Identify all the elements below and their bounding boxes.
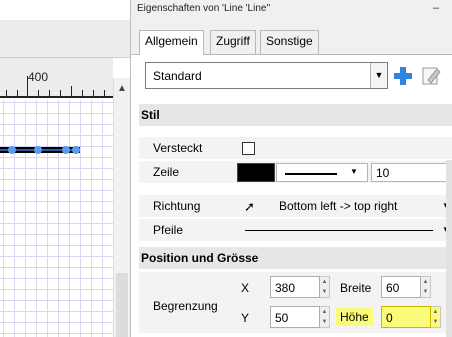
- section-stil: Stil: [139, 104, 452, 126]
- line-width-value: 10: [376, 166, 390, 180]
- ruler-tick-major: [27, 76, 28, 96]
- line-width-field[interactable]: 10: [371, 163, 449, 182]
- versteckt-checkbox[interactable]: [242, 142, 255, 155]
- tab-sonstige[interactable]: Sonstige: [260, 30, 319, 54]
- ruler-tick: [82, 90, 83, 96]
- scrollbar-thumb[interactable]: [116, 273, 128, 337]
- zeile-label: Zeile: [153, 165, 180, 179]
- preset-dropdown[interactable]: Standard ▼: [145, 62, 388, 89]
- selected-line-shape[interactable]: [0, 145, 80, 155]
- y-label: Y: [241, 311, 250, 325]
- begrenzung-label: Begrenzung: [153, 299, 218, 313]
- breite-value: 60: [386, 281, 400, 295]
- tab-allgemein[interactable]: Allgemein: [139, 30, 204, 55]
- y-value: 50: [275, 311, 289, 325]
- ruler-tick: [93, 90, 94, 96]
- breite-label: Breite: [340, 281, 372, 295]
- arrow-style-preview[interactable]: [245, 230, 433, 231]
- x-label: X: [241, 281, 250, 295]
- breite-spinner[interactable]: ▲ ▼: [421, 276, 431, 298]
- y-spinner[interactable]: ▲ ▼: [320, 306, 330, 328]
- section-position-groesse: Position und Grösse: [139, 247, 452, 269]
- line-style-dropdown[interactable]: ▼: [276, 163, 368, 182]
- row-versteckt: Versteckt: [139, 137, 452, 160]
- hoehe-label: Höhe: [336, 308, 373, 326]
- line-style-preview: [285, 173, 337, 175]
- pencil-icon[interactable]: [420, 62, 442, 88]
- hoehe-input[interactable]: 0: [381, 306, 431, 328]
- preset-value: Standard: [153, 69, 202, 83]
- row-pfeile: Pfeile ▼: [139, 219, 452, 242]
- panel-title: Eigenschaften von 'Line 'Line'': [137, 3, 271, 14]
- ruler-tick: [71, 86, 72, 96]
- drawing-grid[interactable]: [0, 100, 113, 337]
- row-richtung: Richtung ➚ Bottom left -> top right ▼: [139, 195, 452, 218]
- row-zeile: Zeile ▼ 10: [139, 161, 452, 184]
- minimize-icon[interactable]: –: [433, 2, 439, 14]
- ruler-tick: [60, 90, 61, 96]
- line-color-swatch[interactable]: [237, 163, 275, 182]
- direction-arrow-icon: ➚: [244, 199, 255, 214]
- hoehe-value: 0: [386, 311, 393, 325]
- chevron-down-icon[interactable]: ▼: [370, 63, 387, 88]
- ruler-tick: [104, 90, 105, 96]
- canvas-toolbar-strip: [0, 20, 130, 58]
- vertical-scrollbar[interactable]: ▲: [113, 78, 130, 337]
- ruler-tick: [49, 90, 50, 96]
- breite-input[interactable]: 60: [381, 276, 421, 298]
- horizontal-ruler: 400: [0, 58, 113, 98]
- panel-scrollbar[interactable]: [446, 160, 452, 337]
- ruler-tick: [6, 90, 7, 96]
- selection-handle[interactable]: [34, 146, 42, 154]
- pfeile-label: Pfeile: [153, 223, 184, 237]
- versteckt-label: Versteckt: [153, 141, 203, 155]
- richtung-label: Richtung: [153, 199, 201, 213]
- ruler-tick: [17, 90, 18, 96]
- x-spinner[interactable]: ▲ ▼: [320, 276, 330, 298]
- properties-panel: Eigenschaften von 'Line 'Line'' – Allgem…: [130, 0, 452, 337]
- selection-handle[interactable]: [8, 146, 16, 154]
- drawing-canvas-area: 400 ▲: [0, 0, 130, 337]
- scroll-up-arrow-icon[interactable]: ▲: [114, 82, 130, 96]
- selection-handle[interactable]: [62, 146, 70, 154]
- chevron-down-icon[interactable]: ▼: [350, 167, 358, 176]
- ruler-label: 400: [28, 70, 49, 84]
- plus-icon[interactable]: [392, 62, 414, 88]
- row-begrenzung: Begrenzung X 380 ▲ ▼ Breite 60 ▲ ▼ Y 50 ▲ ▼…: [139, 272, 452, 334]
- richtung-value[interactable]: Bottom left -> top right: [279, 199, 397, 213]
- x-value: 380: [275, 281, 296, 295]
- tab-zugriff[interactable]: Zugriff: [210, 30, 256, 54]
- canvas-top-strip: [0, 0, 130, 20]
- selection-handle[interactable]: [72, 146, 80, 154]
- hoehe-spinner[interactable]: ▲ ▼: [431, 306, 441, 328]
- y-input[interactable]: 50: [270, 306, 320, 328]
- ruler-tick: [38, 90, 39, 96]
- x-input[interactable]: 380: [270, 276, 320, 298]
